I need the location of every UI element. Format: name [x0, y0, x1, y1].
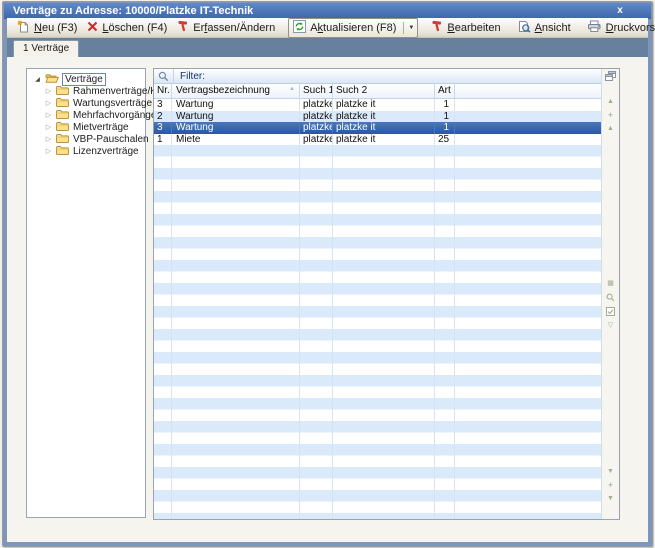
page-down-icon[interactable]: ▼: [602, 467, 619, 477]
tree-item-lizenzvertraege[interactable]: ▷ Lizenzverträge: [27, 145, 145, 157]
toolbar-button-label: Erfassen/Ändern: [193, 22, 275, 34]
toolbar-button-loeschen[interactable]: Löschen (F4): [82, 19, 172, 37]
tree-collapsed-icon[interactable]: ▷: [44, 147, 53, 155]
toolbar-button-label: Bearbeiten: [447, 22, 500, 34]
column-chooser-icon[interactable]: [602, 71, 619, 83]
edit-hammer-icon: [177, 20, 189, 35]
tree-collapsed-icon[interactable]: ▷: [44, 111, 53, 119]
window-title: Verträge zu Adresse: 10000/Platzke IT-Te…: [13, 5, 253, 17]
checkbox-rail-icon[interactable]: [602, 307, 619, 317]
tree-item-label[interactable]: Lizenzverträge: [72, 146, 140, 157]
toolbar-button-label: Löschen (F4): [102, 22, 167, 34]
tree-item-rahmenvertraege[interactable]: ▷ Rahmenverträge/Kontrakte: [27, 85, 145, 97]
contract-type-tree: ◢ Verträge ▷ Rahmenverträge/Kontrakte ▷: [26, 68, 146, 518]
tree-expanded-icon[interactable]: ◢: [33, 76, 42, 83]
table-row-selected[interactable]: 3 Wartung platzke it platzke it 1: [154, 122, 602, 134]
contracts-grid: Filter: Nr. Vertragsbezeichnung ▲ Such 1…: [153, 68, 620, 520]
filter-funnel-icon[interactable]: ▽: [602, 321, 619, 331]
filter-label: Filter:: [180, 71, 205, 82]
app-window: Verträge zu Adresse: 10000/Platzke IT-Te…: [2, 1, 653, 547]
empty-rows-area: [154, 145, 602, 519]
add-row-icon[interactable]: +: [602, 110, 619, 120]
grid-side-rail: ▲ + ▲ ▦ ▽ ▼ + ▼: [601, 69, 619, 519]
grid-column-line: [299, 145, 300, 519]
tree-item-wartungsvertraege[interactable]: ▷ Wartungsverträge: [27, 97, 145, 109]
table-row[interactable]: 1 Miete platzke it platzke it 25: [154, 134, 602, 146]
table-row[interactable]: 2 Wartung platzke it platzke it 1: [154, 111, 602, 123]
tree-item-vbp-pauschalen[interactable]: ▷ VBP-Pauschalen: [27, 133, 145, 145]
window-body: Neu (F3) Löschen (F4) Erfassen/Ändern: [7, 18, 648, 542]
tree-item-label[interactable]: VBP-Pauschalen: [72, 134, 150, 145]
sort-asc-icon: ▲: [289, 86, 295, 92]
tab-vertraege[interactable]: 1 Verträge: [13, 40, 79, 57]
tab-strip: 1 Verträge: [7, 38, 648, 57]
refresh-icon: [293, 20, 306, 36]
tree-collapsed-icon[interactable]: ▷: [44, 87, 53, 95]
toolbar-button-druckvorschau[interactable]: Druckvorschau: [582, 19, 655, 37]
titlebar: Verträge zu Adresse: 10000/Platzke IT-Te…: [4, 3, 651, 19]
toolbar-button-erfassen[interactable]: Erfassen/Ändern: [172, 19, 280, 37]
scroll-top-icon[interactable]: ▲: [602, 97, 619, 107]
tree-item-label[interactable]: Wartungsverträge: [72, 98, 153, 109]
page-up-icon[interactable]: ▲: [602, 124, 619, 134]
toolbar-button-label: Ansicht: [535, 22, 571, 34]
content-area: ◢ Verträge ▷ Rahmenverträge/Kontrakte ▷: [7, 57, 648, 542]
folder-icon: [56, 145, 69, 158]
filter-row[interactable]: Filter:: [154, 69, 602, 84]
grid-column-line: [454, 145, 455, 519]
tree-collapsed-icon[interactable]: ▷: [44, 135, 53, 143]
column-header-such2[interactable]: Such 2: [333, 84, 435, 98]
column-header-such1[interactable]: Such 1: [300, 84, 333, 98]
search-icon: [154, 69, 174, 83]
toolbar: Neu (F3) Löschen (F4) Erfassen/Ändern: [7, 18, 648, 38]
screen: Verträge zu Adresse: 10000/Platzke IT-Te…: [0, 0, 655, 548]
view-magnifier-icon: [517, 20, 531, 36]
search-rail-icon[interactable]: [602, 293, 619, 303]
add-row-bottom-icon[interactable]: +: [602, 480, 619, 490]
grid-column-line: [332, 145, 333, 519]
grid-column-line: [434, 145, 435, 519]
column-header-vertragsbezeichnung[interactable]: Vertragsbezeichnung ▲: [172, 84, 300, 98]
tree-collapsed-icon[interactable]: ▷: [44, 99, 53, 107]
tree-item-label[interactable]: Mietverträge: [72, 122, 130, 133]
close-icon[interactable]: x: [613, 4, 627, 18]
tree-collapsed-icon[interactable]: ▷: [44, 123, 53, 131]
column-header-nr[interactable]: Nr.: [154, 84, 172, 98]
grid-view-icon[interactable]: ▦: [602, 279, 619, 289]
toolbar-button-label: Neu (F3): [34, 22, 77, 34]
grid-body: Filter: Nr. Vertragsbezeichnung ▲ Such 1…: [154, 69, 602, 519]
toolbar-button-ansicht[interactable]: Ansicht: [512, 19, 576, 37]
tree-item-mehrfachvorgaenge[interactable]: ▷ Mehrfachvorgänge: [27, 109, 145, 121]
edit-hammer-icon: [431, 20, 443, 35]
toolbar-button-neu[interactable]: Neu (F3): [12, 19, 82, 37]
grid-header: Nr. Vertragsbezeichnung ▲ Such 1 Such 2 …: [154, 84, 602, 99]
delete-icon: [87, 21, 98, 35]
scroll-bottom-icon[interactable]: ▼: [602, 494, 619, 504]
column-header-art[interactable]: Art: [435, 84, 455, 98]
toolbar-button-label: Druckvorschau: [606, 22, 655, 34]
new-document-icon: [17, 20, 30, 36]
print-preview-icon: [587, 20, 602, 36]
chevron-down-icon[interactable]: ▼: [403, 22, 414, 34]
tree-item-label[interactable]: Mehrfachvorgänge: [72, 110, 157, 121]
table-row[interactable]: 3 Wartung platzke it platzke it 1: [154, 99, 602, 111]
tree-item-root[interactable]: ◢ Verträge: [27, 73, 145, 85]
column-header-empty: [455, 84, 602, 98]
tree-item-mietvertraege[interactable]: ▷ Mietverträge: [27, 121, 145, 133]
grid-column-line: [171, 145, 172, 519]
toolbar-button-aktualisieren[interactable]: Aktualisieren (F8) ▼: [288, 18, 418, 38]
toolbar-button-label: Aktualisieren (F8): [310, 22, 396, 34]
toolbar-button-bearbeiten[interactable]: Bearbeiten: [426, 19, 505, 37]
